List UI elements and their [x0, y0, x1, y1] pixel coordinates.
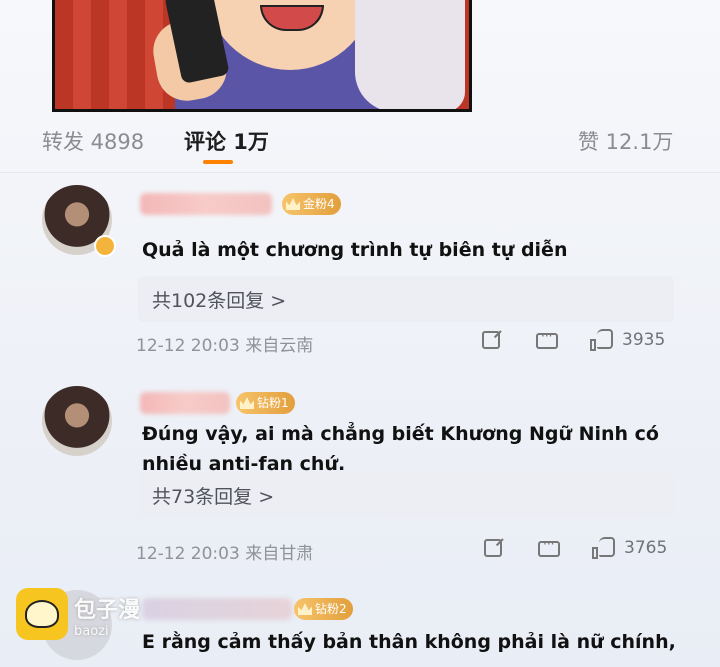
comic-panel-image[interactable] [52, 0, 472, 112]
replies-box[interactable]: 共102条回复 > [138, 276, 674, 322]
username-blurred[interactable] [140, 392, 230, 414]
fan-badge[interactable]: 钻粉2 [294, 598, 353, 620]
like-tab[interactable]: 赞 12.1万 [578, 126, 673, 156]
replies-link[interactable]: 共102条回复 > [152, 286, 286, 313]
share-icon [482, 331, 500, 349]
comment-meta: 12-12 20:03 来自甘肃 [136, 544, 314, 564]
reply-button[interactable] [536, 329, 558, 349]
comment-icon [538, 537, 560, 557]
fan-badge[interactable]: 钻粉1 [236, 392, 295, 414]
comment-tab[interactable]: 评论 1万 [184, 126, 269, 156]
share-button[interactable] [482, 331, 500, 349]
share-button[interactable] [484, 539, 502, 557]
repost-tab[interactable]: 转发 4898 [42, 126, 144, 156]
like-icon [590, 329, 614, 351]
avatar[interactable] [42, 185, 116, 257]
username-blurred[interactable] [142, 598, 292, 620]
comment-text: E rằng cảm thấy bản thân không phải là n… [142, 631, 676, 653]
replies-box[interactable]: 共73条回复 > [138, 472, 674, 518]
comment-meta: 12-12 20:03 来自云南 [136, 336, 314, 356]
username-blurred[interactable] [140, 193, 272, 215]
character-towel [355, 0, 465, 109]
post-stats-bar: 转发 4898 评论 1万 赞 12.1万 [0, 120, 720, 166]
bun-icon [25, 600, 59, 628]
fan-badge-label: 钻粉2 [315, 602, 347, 616]
share-icon [484, 539, 502, 557]
fan-badge-label: 钻粉1 [257, 396, 289, 410]
crown-icon [298, 603, 312, 615]
like-count: 3935 [622, 330, 666, 350]
replies-link[interactable]: 共73条回复 > [152, 482, 274, 509]
comment-text: Đúng vậy, ai mà chẳng biết Khương Ngữ Ni… [142, 423, 659, 475]
fan-badge[interactable]: 金粉4 [282, 193, 341, 215]
reply-button[interactable] [538, 537, 560, 557]
avatar[interactable] [42, 386, 112, 456]
comment-text: Quả là một chương trình tự biên tự diễn [142, 239, 568, 261]
watermark-brand: 包子漫 [74, 598, 141, 623]
fan-badge-label: 金粉4 [303, 197, 335, 211]
divider [0, 172, 720, 173]
watermark-url: baozi [74, 624, 109, 639]
like-button[interactable]: 3765 [592, 537, 667, 559]
active-tab-indicator [203, 160, 233, 164]
vip-badge-icon [94, 235, 116, 257]
like-icon [592, 537, 616, 559]
comment-icon [536, 329, 558, 349]
like-button[interactable]: 3935 [590, 329, 665, 351]
crown-icon [286, 198, 300, 210]
like-count: 3765 [624, 538, 668, 558]
watermark-logo-icon [16, 588, 68, 640]
crown-icon [240, 397, 254, 409]
